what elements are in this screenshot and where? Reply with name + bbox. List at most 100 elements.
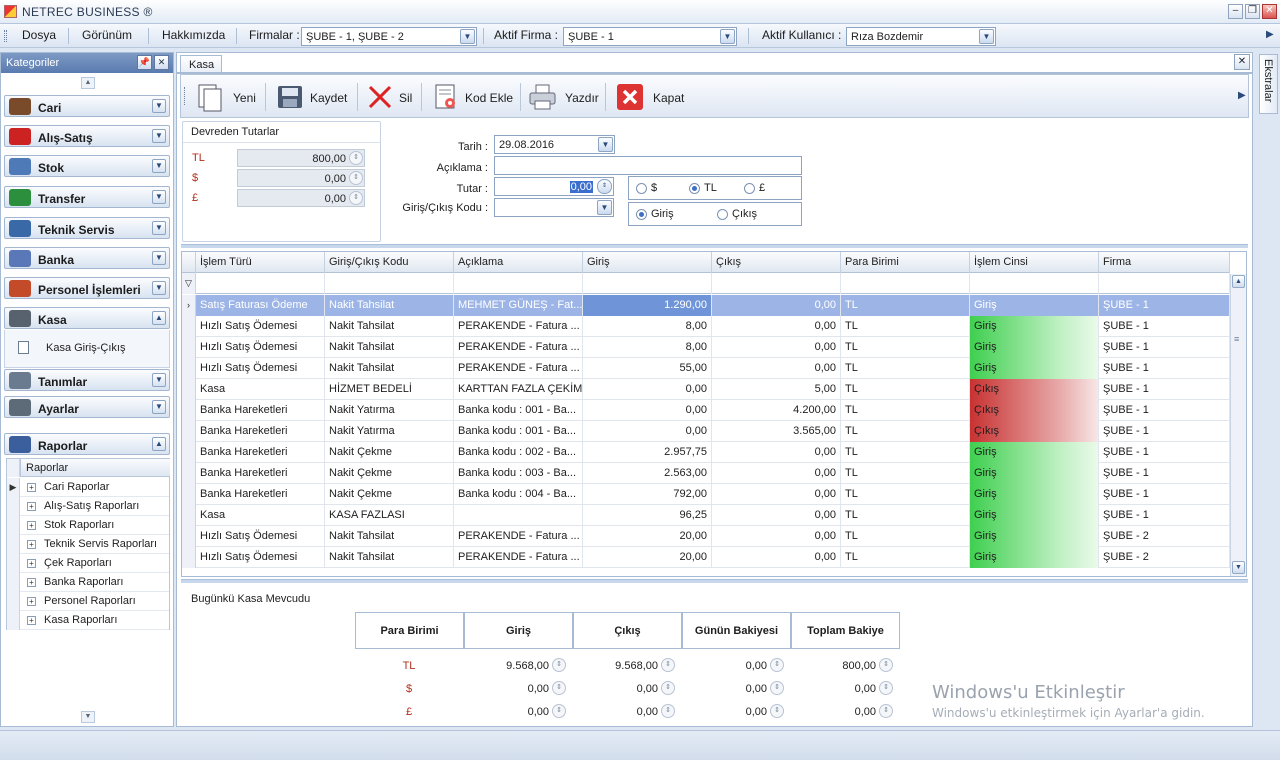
giris-cikis-kodu-select[interactable]: ▼ xyxy=(494,198,614,217)
table-row[interactable]: Banka Hareketleri Nakit Çekme Banka kodu :… xyxy=(182,463,1230,484)
sidebar-cat-3[interactable]: Transfer ▼ xyxy=(4,186,170,208)
maximize-button[interactable]: ❐ xyxy=(1245,4,1260,19)
filter-cell[interactable] xyxy=(583,273,712,294)
grid-scrollbar[interactable]: ▲ ≡ ▼ xyxy=(1230,274,1246,576)
table-row[interactable]: Banka Hareketleri Nakit Çekme Banka kodu :… xyxy=(182,484,1230,505)
chevron-down-icon[interactable]: ▼ xyxy=(152,99,166,113)
radio-giris[interactable] xyxy=(636,209,647,220)
spin-icon[interactable]: ⇕ xyxy=(597,179,612,194)
chevron-down-icon[interactable]: ▼ xyxy=(152,281,166,295)
table-row[interactable]: Banka Hareketleri Nakit Yatırma Banka kodu… xyxy=(182,421,1230,442)
table-row[interactable]: Hızlı Satış Ödemesi Nakit Tahsilat PERAKEN… xyxy=(182,526,1230,547)
sidebar-cat-7[interactable]: Kasa ▲ xyxy=(4,307,170,329)
radio-gbp[interactable] xyxy=(744,183,755,194)
chevron-up-icon[interactable]: ▲ xyxy=(152,437,166,451)
kaydet-button[interactable]: Kaydet xyxy=(275,80,351,114)
filter-cell[interactable] xyxy=(196,273,325,294)
filter-cell[interactable] xyxy=(970,273,1099,294)
table-row[interactable]: Hızlı Satış Ödemesi Nakit Tahsilat PERAKEN… xyxy=(182,337,1230,358)
aciklama-input[interactable] xyxy=(494,156,802,175)
tab-ekstralar[interactable]: Ekstralar xyxy=(1259,54,1278,114)
sidebar-cat-8[interactable]: Tanımlar ▼ xyxy=(4,369,170,391)
grid-column-header[interactable]: Giriş xyxy=(583,252,712,273)
menu-dosya[interactable]: Dosya xyxy=(22,28,56,42)
chevron-up-icon[interactable]: ▲ xyxy=(152,311,166,325)
chevron-down-icon[interactable]: ▼ xyxy=(152,251,166,265)
table-row[interactable]: Banka Hareketleri Nakit Çekme Banka kodu :… xyxy=(182,442,1230,463)
grid-column-header[interactable]: İşlem Türü xyxy=(196,252,325,273)
grid-column-header[interactable]: Para Birimi xyxy=(841,252,970,273)
minimize-button[interactable]: – xyxy=(1228,4,1243,19)
close-tab-icon[interactable]: ✕ xyxy=(1234,54,1250,70)
tarih-input[interactable]: 29.08.2016 ▼ xyxy=(494,135,615,154)
report-tree-item[interactable]: + Personel Raporları xyxy=(7,592,169,611)
expand-icon[interactable]: + xyxy=(27,502,36,511)
menu-hakkimizda[interactable]: Hakkımızda xyxy=(162,28,225,42)
grid-column-header[interactable]: Açıklama xyxy=(454,252,583,273)
scroll-up-icon[interactable]: ▲ xyxy=(1232,275,1245,288)
kod-ekle-button[interactable]: Kod Ekle xyxy=(431,80,517,114)
report-tree-item[interactable]: + Banka Raporları xyxy=(7,573,169,592)
yazdir-button[interactable]: Yazdır xyxy=(527,80,601,114)
table-row[interactable]: Kasa HİZMET BEDELİ KARTTAN FAZLA ÇEKİM 0,00… xyxy=(182,379,1230,400)
expand-icon[interactable]: + xyxy=(27,540,36,549)
firmalar-select[interactable]: ŞUBE - 1, ŞUBE - 2 ▼ xyxy=(301,27,477,46)
filter-cell[interactable] xyxy=(712,273,841,294)
filter-icon[interactable]: ▽ xyxy=(182,273,196,294)
table-row[interactable]: › Satış Faturası Ödeme Nakit Tahsilat MEHME… xyxy=(182,295,1230,316)
chevron-down-icon[interactable]: ▼ xyxy=(152,159,166,173)
sil-button[interactable]: Sil xyxy=(365,80,415,114)
table-row[interactable]: Hızlı Satış Ödemesi Nakit Tahsilat PERAKEN… xyxy=(182,358,1230,379)
sidebar-cat-5[interactable]: Banka ▼ xyxy=(4,247,170,269)
sidebar-cat-6[interactable]: Personel İşlemleri ▼ xyxy=(4,277,170,299)
expand-icon[interactable]: + xyxy=(27,521,36,530)
sidebar-cat-10[interactable]: Raporlar ▲ xyxy=(4,433,170,455)
chevron-right-icon[interactable]: ▶ xyxy=(1238,90,1246,101)
sidebar-cat-2[interactable]: Stok ▼ xyxy=(4,155,170,177)
chevron-down-icon[interactable]: ▼ xyxy=(152,190,166,204)
chevron-down-icon[interactable]: ▼ xyxy=(152,221,166,235)
chevron-down-icon[interactable]: ▼ xyxy=(979,29,994,44)
filter-cell[interactable] xyxy=(841,273,970,294)
chevron-down-icon[interactable]: ▼ xyxy=(460,29,475,44)
close-button[interactable]: ✕ xyxy=(1262,4,1277,19)
report-tree-item[interactable]: + Alış-Satış Raporları xyxy=(7,497,169,516)
yeni-button[interactable]: Yeni xyxy=(195,80,261,114)
grid-column-header[interactable]: Çıkış xyxy=(712,252,841,273)
aktif-firma-select[interactable]: ŞUBE - 1 ▼ xyxy=(563,27,737,46)
chevron-right-icon[interactable]: ▶ xyxy=(1266,29,1274,40)
menu-gorunum[interactable]: Görünüm xyxy=(82,28,132,42)
grid-filter-row[interactable]: ▽ xyxy=(182,273,1230,294)
tutar-input[interactable]: 0,00 ⇕ xyxy=(494,177,614,196)
expand-icon[interactable]: + xyxy=(27,616,36,625)
splitter-bottom[interactable] xyxy=(181,579,1248,583)
tab-kasa[interactable]: Kasa xyxy=(180,55,222,73)
chevron-down-icon[interactable]: ▼ xyxy=(152,373,166,387)
report-tree-item[interactable]: + Çek Raporları xyxy=(7,554,169,573)
expand-icon[interactable]: + xyxy=(27,597,36,606)
grid-column-header[interactable]: Firma xyxy=(1099,252,1230,273)
kapat-button[interactable]: Kapat xyxy=(615,80,685,114)
close-icon[interactable]: ✕ xyxy=(154,55,169,70)
sidebar-cat-9[interactable]: Ayarlar ▼ xyxy=(4,396,170,418)
scroll-thumb-grip[interactable]: ≡ xyxy=(1234,334,1239,344)
scroll-down-icon[interactable]: ▼ xyxy=(81,711,95,723)
chevron-down-icon[interactable]: ▼ xyxy=(597,200,612,215)
grid-column-header[interactable]: Giriş/Çıkış Kodu xyxy=(325,252,454,273)
radio-tl[interactable] xyxy=(689,183,700,194)
expand-icon[interactable]: + xyxy=(27,483,36,492)
sidebar-cat-0[interactable]: Cari ▼ xyxy=(4,95,170,117)
table-row[interactable]: Hızlı Satış Ödemesi Nakit Tahsilat PERAKEN… xyxy=(182,547,1230,568)
table-row[interactable]: Hızlı Satış Ödemesi Nakit Tahsilat PERAKEN… xyxy=(182,316,1230,337)
table-row[interactable]: Kasa KASA FAZLASI 96,25 0,00 TL Giriş ŞUBE - 1 xyxy=(182,505,1230,526)
sidebar-cat-4[interactable]: Teknik Servis ▼ xyxy=(4,217,170,239)
filter-cell[interactable] xyxy=(325,273,454,294)
chevron-down-icon[interactable]: ▼ xyxy=(152,400,166,414)
kasa-giris-cikis-item[interactable]: Kasa Giriş-Çıkış xyxy=(46,342,125,354)
chevron-down-icon[interactable]: ▼ xyxy=(720,29,735,44)
radio-usd[interactable] xyxy=(636,183,647,194)
scroll-down-icon[interactable]: ▼ xyxy=(1232,561,1245,574)
sidebar-cat-1[interactable]: Alış-Satış ▼ xyxy=(4,125,170,147)
pin-icon[interactable]: 📌 xyxy=(137,55,152,70)
table-row[interactable]: Banka Hareketleri Nakit Yatırma Banka kodu… xyxy=(182,400,1230,421)
